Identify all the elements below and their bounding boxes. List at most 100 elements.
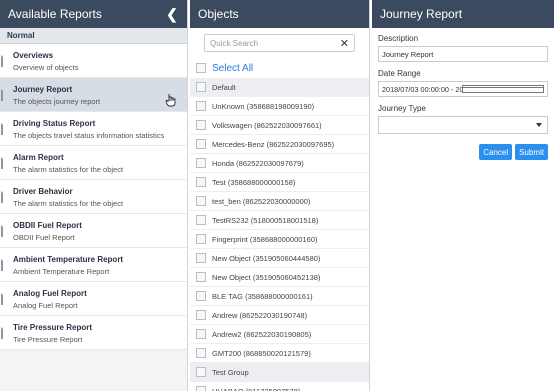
object-checkbox[interactable] — [196, 101, 206, 111]
journey-type-select[interactable] — [378, 116, 548, 134]
object-label: Honda (862522030097679) — [212, 158, 304, 168]
object-label: BLE TAG (358688000000161) — [212, 291, 313, 301]
object-row[interactable]: Test (358688000000158) — [190, 173, 369, 192]
report-item[interactable]: Alarm Report The alarm statistics for the… — [0, 146, 187, 180]
description-label: Description — [378, 34, 419, 43]
reports-header: Available Reports ❮ — [0, 0, 187, 28]
quick-search-box: ✕ — [204, 34, 355, 52]
object-checkbox[interactable] — [196, 215, 206, 225]
report-item[interactable]: Ambient Temperature Report Ambient Temper… — [0, 248, 187, 282]
object-checkbox[interactable] — [196, 272, 206, 282]
selection-marker-icon — [1, 327, 7, 339]
object-checkbox[interactable] — [196, 367, 206, 377]
object-row[interactable]: Mercedes-Benz (862522030097695) — [190, 135, 369, 154]
object-checkbox[interactable] — [196, 386, 206, 391]
object-row[interactable]: UnKnown (358688198009190) — [190, 97, 369, 116]
submit-button[interactable]: Submit — [515, 144, 548, 160]
object-checkbox[interactable] — [196, 253, 206, 263]
selection-marker-icon — [1, 89, 7, 101]
report-description: OBDII Fuel Report — [13, 233, 75, 242]
report-group-label: Normal — [0, 28, 187, 44]
cancel-button[interactable]: Cancel — [479, 144, 513, 160]
object-label: GMT200 (868850020121579) — [212, 348, 311, 358]
objects-title: Objects — [198, 7, 239, 21]
report-item[interactable]: Overviews Overview of objects — [0, 44, 187, 78]
object-checkbox[interactable] — [196, 329, 206, 339]
object-label: Fingerprint (358688000000160) — [212, 234, 318, 244]
report-description: Tire Pressure Report — [13, 335, 83, 344]
journey-report-panel: Journey Report Description Date Range 20… — [372, 0, 554, 391]
object-checkbox[interactable] — [196, 310, 206, 320]
report-description: Analog Fuel Report — [13, 301, 78, 310]
select-all-checkbox[interactable] — [196, 63, 206, 73]
description-input[interactable] — [378, 46, 548, 62]
object-row[interactable]: Honda (862522030097679) — [190, 154, 369, 173]
object-group-row[interactable]: Default — [190, 78, 369, 97]
object-row[interactable]: New Object (351905060452138) — [190, 268, 369, 287]
object-label: UnKnown (358688198009190) — [212, 101, 315, 111]
report-description: The objects journey report — [13, 97, 101, 106]
report-description: The objects travel status information st… — [13, 131, 165, 140]
report-title: Journey Report — [13, 85, 73, 94]
object-checkbox[interactable] — [196, 158, 206, 168]
selection-marker-icon — [1, 225, 7, 237]
object-checkbox[interactable] — [196, 177, 206, 187]
object-row[interactable]: test_ben (862522030000000) — [190, 192, 369, 211]
object-row[interactable]: Andrew (862522030190748) — [190, 306, 369, 325]
object-label: New Object (351905060444580) — [212, 253, 321, 263]
report-title: Driving Status Report — [13, 119, 96, 128]
object-row[interactable]: Fingerprint (358688000000160) — [190, 230, 369, 249]
report-item[interactable]: Journey Report The objects journey report — [0, 78, 187, 112]
objects-header: Objects — [190, 0, 369, 28]
object-label: Test (358688000000158) — [212, 177, 296, 187]
report-item[interactable]: OBDII Fuel Report OBDII Fuel Report — [0, 214, 187, 248]
action-buttons: Cancel Submit — [372, 144, 554, 160]
report-title: Overviews — [13, 51, 54, 60]
object-checkbox[interactable] — [196, 348, 206, 358]
object-row[interactable]: Andrew2 (862522030190805) — [190, 325, 369, 344]
report-title: Analog Fuel Report — [13, 289, 87, 298]
available-reports-panel: Available Reports ❮ Normal Overviews Over… — [0, 0, 188, 391]
clear-search-icon[interactable]: ✕ — [340, 37, 349, 50]
journey-title: Journey Report — [380, 7, 463, 21]
report-description: The alarm statistics for the object — [13, 199, 124, 208]
calendar-icon[interactable] — [462, 85, 544, 93]
object-row[interactable]: TestRS232 (518000518001518) — [190, 211, 369, 230]
object-checkbox[interactable] — [196, 120, 206, 130]
date-range-label: Date Range — [378, 69, 421, 78]
quick-search-input[interactable] — [210, 38, 340, 48]
object-checkbox[interactable] — [196, 234, 206, 244]
collapse-chevron-icon[interactable]: ❮ — [165, 6, 179, 23]
journey-header: Journey Report — [372, 0, 554, 28]
object-row[interactable]: GMT200 (868850020121579) — [190, 344, 369, 363]
selection-marker-icon — [1, 123, 7, 135]
report-title: Driver Behavior — [13, 187, 73, 196]
object-label: Andrew (862522030190748) — [212, 310, 308, 320]
report-description: The alarm statistics for the object — [13, 165, 124, 174]
selection-marker-icon — [1, 157, 7, 169]
object-group-row[interactable]: Test Group — [190, 363, 369, 382]
select-all-row[interactable]: Select All — [190, 58, 369, 78]
report-title: OBDII Fuel Report — [13, 221, 82, 230]
report-title: Tire Pressure Report — [13, 323, 92, 332]
report-item[interactable]: Analog Fuel Report Analog Fuel Report — [0, 282, 187, 316]
object-row[interactable]: HUABAO (011735007578) — [190, 382, 369, 391]
object-checkbox[interactable] — [196, 139, 206, 149]
report-description: Ambient Temperature Report — [13, 267, 110, 276]
report-item[interactable]: Tire Pressure Report Tire Pressure Report — [0, 316, 187, 350]
object-row[interactable]: BLE TAG (358688000000161) — [190, 287, 369, 306]
object-row[interactable]: New Object (351905060444580) — [190, 249, 369, 268]
report-item[interactable]: Driving Status Report The objects travel … — [0, 112, 187, 146]
object-checkbox[interactable] — [196, 82, 206, 92]
selection-marker-icon — [1, 191, 7, 203]
select-all-label[interactable]: Select All — [212, 63, 253, 74]
object-row[interactable]: Volkswagen (862522030097661) — [190, 116, 369, 135]
object-checkbox[interactable] — [196, 291, 206, 301]
report-item[interactable]: Driver Behavior The alarm statistics for … — [0, 180, 187, 214]
objects-panel: Objects ✕ Select All Default UnKnown (358… — [190, 0, 370, 391]
caret-down-icon — [536, 123, 542, 127]
object-checkbox[interactable] — [196, 196, 206, 206]
object-label: Test Group — [212, 367, 249, 377]
journey-type-label: Journey Type — [378, 104, 426, 113]
date-range-field[interactable]: 2018/07/03 00:00:00 - 2018/07/03 23:59:5… — [378, 81, 548, 97]
